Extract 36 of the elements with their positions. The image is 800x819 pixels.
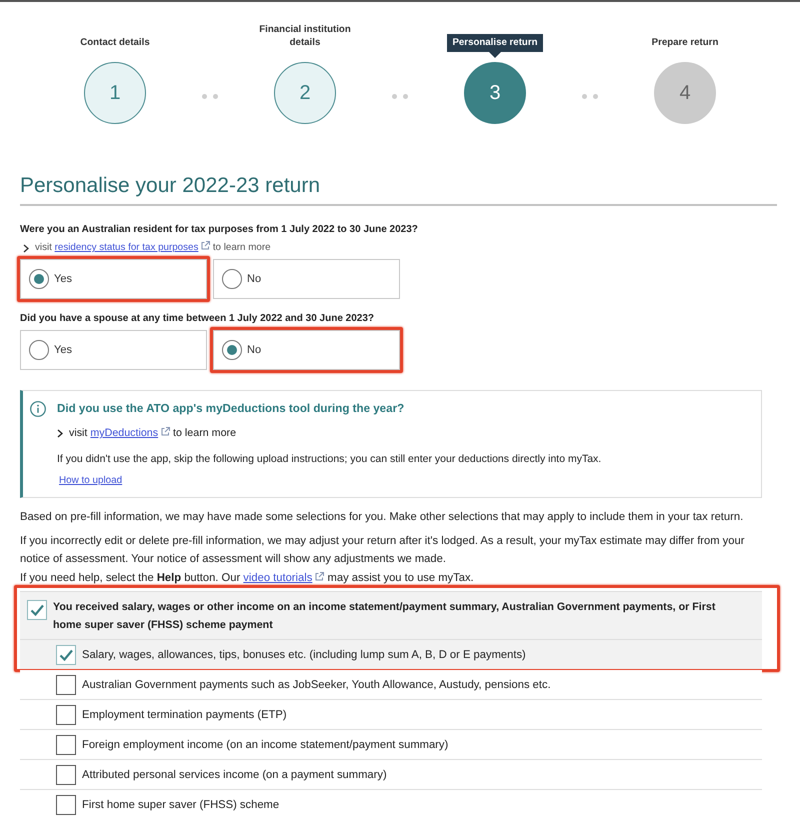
step-circle: 2 — [274, 62, 336, 124]
info-text: If you didn't use the app, skip the following upload instructions; you can still enter your deductions directly into myTax. — [57, 452, 602, 466]
external-link-icon — [201, 241, 210, 250]
step-circle: 1 — [84, 62, 146, 124]
radio-option[interactable]: No — [213, 259, 400, 299]
upload-link[interactable]: How to upload — [59, 474, 122, 488]
checkbox-row[interactable]: Salary, wages, allowances, tips, bonuses etc. (including lump sum A, B, D or E payments) — [20, 640, 762, 670]
hint-text: visit residency status for tax purposes to learn more — [35, 241, 271, 255]
dotted-connector-drawing — [202, 94, 218, 98]
dotted-connector-drawing — [392, 94, 408, 98]
step-circle: 4 — [654, 62, 716, 124]
external-link-icon — [315, 572, 324, 581]
chevron-right-icon — [57, 428, 63, 438]
checkbox-group-row[interactable]: You received salary, wages or other income on an income statement/payment summary, Australian Government payments, or First home super saver (FHSS) scheme payment — [20, 592, 762, 640]
info-icon — [30, 401, 46, 417]
question-text: Were you an Australian resident for tax purposes from 1 July 2022 to 30 June 2023? — [20, 223, 419, 237]
checkbox-row[interactable]: Australian Government payments such as JobSeeker, Youth Allowance, Austudy, pensions etc. — [20, 670, 762, 700]
step-label: Contact details — [79, 36, 151, 50]
hint-text: visit myDeductions to learn more — [69, 426, 236, 440]
external-link-icon — [161, 427, 170, 436]
body-paragraph: If you incorrectly edit or delete pre-fill information, we may adjust your return after it's lodged. As a result, your myTax estimate may differ from your notice of assessment. Your notice of assessment will show any adjustments we made. — [20, 534, 746, 567]
info-title: Did you use the ATO app's myDeductions tool during the year? — [57, 401, 404, 417]
chevron-right-icon — [23, 244, 29, 252]
page-title: Personalise your 2022-23 return — [20, 171, 777, 206]
tutorials-link[interactable]: video tutorials — [243, 572, 312, 584]
radio-option[interactable]: Yes — [20, 330, 207, 370]
question-text: Did you have a spouse at any time between 1 July 2022 and 30 June 2023? — [20, 312, 376, 326]
hint-link[interactable]: residency status for tax purposes — [54, 242, 198, 253]
dotted-connector-drawing — [582, 94, 598, 98]
body-paragraph: If you need help, select the Help button. Our video tutorials may assist you to use myTax. — [20, 571, 475, 586]
step-label: Prepare return — [650, 36, 720, 50]
body-paragraph: Based on pre-fill information, we may have made some selections for you. Make other selections that may apply to include them in your tax return. — [20, 510, 744, 525]
pointer-triangle-icon — [488, 52, 501, 58]
step-label: Financial institution details — [258, 23, 352, 50]
step-circle: 3 — [464, 62, 526, 124]
hint-link[interactable]: myDeductions — [90, 427, 158, 439]
